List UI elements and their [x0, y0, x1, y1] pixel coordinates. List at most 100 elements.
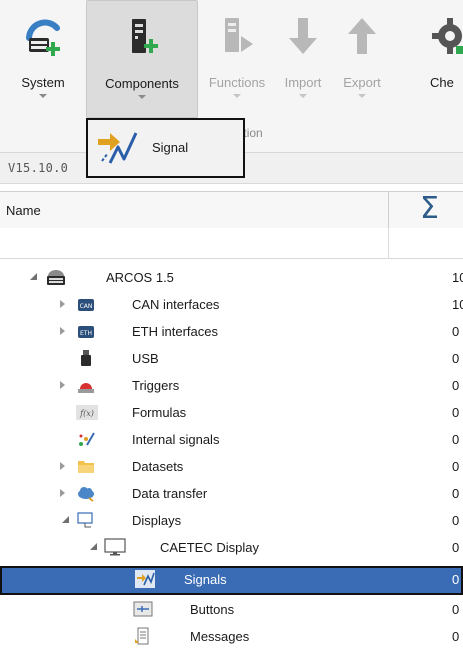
tree-row-label: ETH interfaces: [132, 324, 218, 339]
svg-text:CAN: CAN: [80, 303, 93, 310]
sum-column-header-icon[interactable]: Σ: [420, 193, 439, 225]
grid-header: Name Σ: [0, 191, 463, 229]
tree-row-label: CAN interfaces: [132, 297, 220, 312]
column-divider[interactable]: [388, 192, 389, 228]
functions-icon: [225, 18, 253, 52]
tree-row-label: Internal signals: [132, 432, 220, 447]
tree-row-count: 10: [452, 297, 463, 312]
tree-row-count: 0: [452, 602, 460, 617]
svg-text:f(x): f(x): [79, 409, 94, 418]
eth-icon: ETH: [78, 326, 94, 338]
cloud-icon: [78, 487, 94, 502]
system-button[interactable]: System: [0, 0, 86, 118]
import-icon: [289, 18, 317, 54]
tree-row-internal-signals[interactable]: Internal signals 0: [0, 426, 463, 453]
tree-row-formulas[interactable]: f(x) Formulas 0: [0, 399, 463, 426]
tree-row-count: 0: [452, 486, 460, 501]
expanded-triangle-icon[interactable]: [90, 543, 97, 550]
tree-row-count: 0: [452, 432, 460, 447]
export-icon: [348, 18, 376, 54]
tree-row-count: 0: [452, 513, 460, 528]
tree-row-label: Formulas: [132, 405, 187, 420]
tree-row-count: 0: [452, 459, 460, 474]
tree-row-count: 0: [452, 324, 460, 339]
tree-row-label: Displays: [132, 513, 182, 528]
tree-row-count: 0: [452, 351, 460, 366]
name-column-header[interactable]: Name: [6, 203, 41, 218]
tree-row-count: 0: [452, 629, 460, 644]
tree-row-buttons[interactable]: Buttons 0: [0, 596, 463, 623]
export-button-label: Export: [343, 75, 381, 90]
collapsed-triangle-icon[interactable]: [60, 489, 65, 497]
expanded-triangle-icon[interactable]: [30, 273, 37, 280]
chevron-down-icon: [138, 95, 146, 99]
tree-row-usb[interactable]: USB 0: [0, 345, 463, 372]
tree-row-label: CAETEC Display: [160, 540, 259, 555]
tree-row-count: 0: [452, 540, 460, 555]
can-icon: CAN: [78, 299, 94, 311]
folder-icon: [78, 461, 94, 473]
internal-signals-icon: [79, 432, 95, 446]
tree-row-signals[interactable]: Signals 0: [0, 566, 463, 595]
system-button-label: System: [21, 75, 65, 90]
device-icon: [47, 270, 65, 285]
expanded-triangle-icon[interactable]: [62, 516, 69, 523]
column-divider: [388, 228, 389, 258]
components-dropdown-menu: Signal: [86, 118, 245, 178]
tree-row-eth-interfaces[interactable]: ETH ETH interfaces 0: [0, 318, 463, 345]
collapsed-triangle-icon[interactable]: [60, 327, 65, 335]
dropdown-item-signal[interactable]: Signal: [88, 120, 243, 176]
import-button[interactable]: Import: [274, 0, 332, 118]
tree-row-label: Signals: [184, 572, 227, 587]
usb-icon: [81, 350, 91, 366]
tree-row-label: Data transfer: [132, 486, 208, 501]
signal-icon: [98, 132, 138, 164]
chevron-down-icon: [358, 94, 366, 98]
version-label: V15.10.0: [8, 161, 69, 175]
tree-row-count: 10: [452, 270, 463, 285]
import-button-label: Import: [284, 75, 322, 90]
tree-row-data-transfer[interactable]: Data transfer 0: [0, 480, 463, 507]
collapsed-triangle-icon[interactable]: [60, 300, 65, 308]
monitor-icon: [104, 538, 126, 556]
tree-row-arcos[interactable]: ARCOS 1.5 10: [0, 264, 463, 291]
check-button-label: Che: [430, 75, 454, 90]
system-add-icon: [26, 19, 60, 56]
chevron-down-icon: [299, 94, 307, 98]
functions-button-label: Functions: [208, 75, 266, 90]
tree-row-can-interfaces[interactable]: CAN CAN interfaces 10: [0, 291, 463, 318]
tree-row-label: Buttons: [190, 602, 235, 617]
tree-row-label: Messages: [190, 629, 250, 644]
tree-row-triggers[interactable]: Triggers 0: [0, 372, 463, 399]
tree-row-label: ARCOS 1.5: [106, 270, 174, 285]
tree-row-datasets[interactable]: Datasets 0: [0, 453, 463, 480]
buttons-icon: [133, 601, 153, 617]
components-button[interactable]: Components: [86, 0, 198, 118]
tree-row-label: USB: [132, 351, 159, 366]
tree-row-count: 0: [452, 572, 460, 587]
dropdown-item-label: Signal: [152, 140, 189, 155]
collapsed-triangle-icon[interactable]: [60, 381, 65, 389]
formula-icon: f(x): [76, 405, 98, 420]
tree-row-caetec-display[interactable]: CAETEC Display 0: [0, 534, 463, 561]
messages-icon: [135, 627, 149, 645]
check-button[interactable]: Che: [428, 0, 463, 118]
export-button[interactable]: Export: [332, 0, 392, 118]
tree-row-count: 0: [452, 405, 460, 420]
chevron-down-icon: [233, 94, 241, 98]
trigger-icon: [78, 383, 94, 393]
tree-row-count: 0: [452, 378, 460, 393]
tree-row-label: Triggers: [132, 378, 180, 393]
displays-icon: [77, 512, 93, 528]
svg-text:ETH: ETH: [80, 330, 92, 337]
check-icon: [432, 18, 463, 54]
collapsed-triangle-icon[interactable]: [60, 462, 65, 470]
components-add-icon: [132, 19, 158, 53]
tree-row-displays[interactable]: Displays 0: [0, 507, 463, 534]
filter-row[interactable]: [0, 228, 463, 259]
tree-row-label: Datasets: [132, 459, 184, 474]
components-button-label: Components: [105, 76, 179, 91]
functions-button[interactable]: Functions: [200, 0, 274, 118]
chevron-down-icon: [39, 94, 47, 98]
signals-icon: [135, 570, 155, 588]
